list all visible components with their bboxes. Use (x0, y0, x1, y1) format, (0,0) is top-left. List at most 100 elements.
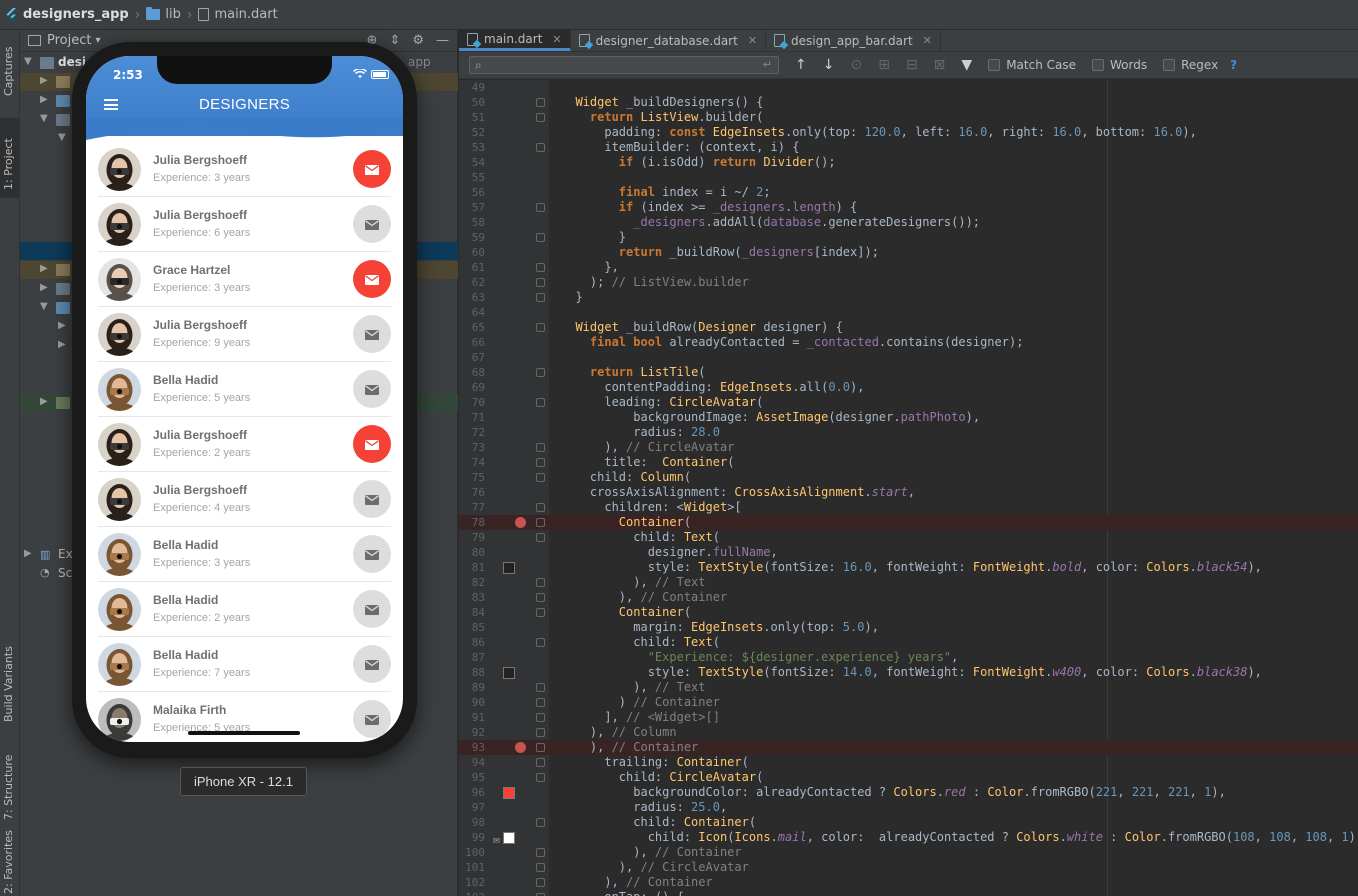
fold-icon[interactable] (536, 758, 545, 767)
designer-list-item[interactable]: Bella Hadid Experience: 2 years (98, 582, 391, 637)
fold-icon[interactable] (536, 773, 545, 782)
contact-mail-button[interactable] (353, 645, 391, 683)
code-line[interactable]: 64 (459, 305, 1358, 320)
code-line[interactable]: 89 ), // Text (459, 680, 1358, 695)
code-line[interactable]: 94 trailing: Container( (459, 755, 1358, 770)
code-line[interactable]: 49 (459, 80, 1358, 95)
breadcrumb-folder[interactable]: lib (146, 7, 181, 22)
code-line[interactable]: 96 backgroundColor: alreadyContacted ? C… (459, 785, 1358, 800)
color-swatch-icon[interactable] (503, 832, 515, 844)
code-line[interactable]: 63 } (459, 290, 1358, 305)
home-indicator[interactable] (188, 731, 300, 735)
contact-mail-button[interactable] (353, 370, 391, 408)
designer-list-item[interactable]: Bella Hadid Experience: 5 years (98, 362, 391, 417)
code-line[interactable]: 83 ), // Container (459, 590, 1358, 605)
code-line[interactable]: 102 ), // Container (459, 875, 1358, 890)
code-line[interactable]: 61 }, (459, 260, 1358, 275)
fold-icon[interactable] (536, 878, 545, 887)
fold-icon[interactable] (536, 458, 545, 467)
color-swatch-icon[interactable] (503, 562, 515, 574)
select-all-occurrences-icon[interactable]: ⊠ (934, 57, 946, 73)
breadcrumb-project[interactable]: designers_app (6, 7, 129, 22)
fold-icon[interactable] (536, 728, 545, 737)
code-line[interactable]: 74 title: Container( (459, 455, 1358, 470)
tool-tab-structure[interactable]: 7: Structure (0, 744, 20, 822)
close-icon[interactable]: ✕ (748, 34, 757, 47)
code-line[interactable]: 59 } (459, 230, 1358, 245)
code-line[interactable]: 99 ✉ child: Icon(Icons.mail, color: alrea… (459, 830, 1358, 846)
fold-icon[interactable] (536, 98, 545, 107)
find-all-icon[interactable]: ⊙ (850, 57, 862, 73)
code-line[interactable]: 97 radius: 25.0, (459, 800, 1358, 815)
fold-icon[interactable] (536, 638, 545, 647)
code-line[interactable]: 66 final bool alreadyContacted = _contac… (459, 335, 1358, 350)
fold-icon[interactable] (536, 533, 545, 542)
code-line[interactable]: 84 Container( (459, 605, 1358, 620)
code-line[interactable]: 87 "Experience: ${designer.experience} y… (459, 650, 1358, 665)
code-line[interactable]: 55 (459, 170, 1358, 185)
code-line[interactable]: 71 backgroundImage: AssetImage(designer.… (459, 410, 1358, 425)
tab-design-app-bar[interactable]: design_app_bar.dart ✕ (766, 30, 941, 51)
fold-icon[interactable] (536, 578, 545, 587)
code-line[interactable]: 90 ) // Container (459, 695, 1358, 710)
code-line[interactable]: 72 radius: 28.0 (459, 425, 1358, 440)
code-line[interactable]: 57 if (index >= _designers.length) { (459, 200, 1358, 215)
add-selection-icon[interactable]: ⊞ (878, 57, 890, 73)
fold-icon[interactable] (536, 848, 545, 857)
code-line[interactable]: 51 return ListView.builder( (459, 110, 1358, 125)
code-line[interactable]: 77 children: <Widget>[ (459, 500, 1358, 515)
contact-mail-button[interactable] (353, 315, 391, 353)
close-icon[interactable]: ✕ (923, 34, 932, 47)
code-line[interactable]: 92 ), // Column (459, 725, 1358, 740)
fold-icon[interactable] (536, 473, 545, 482)
designer-list-item[interactable]: Bella Hadid Experience: 7 years (98, 637, 391, 692)
tool-tab-favorites[interactable]: 2: Favorites (0, 830, 20, 896)
contact-mail-button[interactable] (353, 205, 391, 243)
fold-icon[interactable] (536, 203, 545, 212)
help-icon[interactable]: ? (1230, 58, 1237, 72)
color-swatch-icon[interactable] (503, 787, 515, 799)
close-icon[interactable]: ✕ (552, 33, 561, 46)
code-line[interactable]: 98 child: Container( (459, 815, 1358, 830)
code-line[interactable]: 91 ], // <Widget>[] (459, 710, 1358, 725)
project-panel-title[interactable]: Project (47, 33, 91, 48)
code-line[interactable]: 88 style: TextStyle(fontSize: 14.0, font… (459, 665, 1358, 680)
code-line[interactable]: 65 Widget _buildRow(Designer designer) { (459, 320, 1358, 335)
breadcrumb-file[interactable]: main.dart (198, 7, 278, 22)
code-line[interactable]: 56 final index = i ~/ 2; (459, 185, 1358, 200)
breakpoint-icon[interactable] (515, 742, 526, 753)
contact-mail-button[interactable] (353, 535, 391, 573)
fold-icon[interactable] (536, 698, 545, 707)
fold-icon[interactable] (536, 293, 545, 302)
designer-list-item[interactable]: Julia Bergshoeff Experience: 3 years (98, 142, 391, 197)
contact-mail-button[interactable] (353, 700, 391, 738)
code-line[interactable]: 85 margin: EdgeInsets.only(top: 5.0), (459, 620, 1358, 635)
code-line[interactable]: 67 (459, 350, 1358, 365)
code-line[interactable]: 70 leading: CircleAvatar( (459, 395, 1358, 410)
fold-icon[interactable] (536, 323, 545, 332)
code-line[interactable]: 101 ), // CircleAvatar (459, 860, 1358, 875)
designer-list-item[interactable]: Julia Bergshoeff Experience: 4 years (98, 472, 391, 527)
designer-list-item[interactable]: Julia Bergshoeff Experience: 9 years (98, 307, 391, 362)
designer-list-item[interactable]: Julia Bergshoeff Experience: 6 years (98, 197, 391, 252)
collapse-icon[interactable]: ⇕ (389, 33, 400, 48)
code-line[interactable]: 93 ), // Container (459, 740, 1358, 755)
match-case-checkbox[interactable]: Match Case (988, 58, 1076, 72)
simulator-screen[interactable]: 2:53 DESIGNERS Julia Bergshoeff Experienc… (86, 56, 403, 742)
code-line[interactable]: 68 return ListTile( (459, 365, 1358, 380)
search-input[interactable]: ⌕ ↵ (469, 56, 779, 74)
code-line[interactable]: 53 itemBuilder: (context, i) { (459, 140, 1358, 155)
fold-icon[interactable] (536, 233, 545, 242)
fold-icon[interactable] (536, 398, 545, 407)
tool-tab-project[interactable]: 1: Project (0, 118, 20, 198)
fold-icon[interactable] (536, 608, 545, 617)
gear-icon[interactable]: ⚙ (412, 33, 424, 48)
minimize-icon[interactable]: — (436, 33, 449, 48)
fold-icon[interactable] (536, 368, 545, 377)
code-line[interactable]: 69 contentPadding: EdgeInsets.all(0.0), (459, 380, 1358, 395)
contact-mail-button[interactable] (353, 425, 391, 463)
contact-mail-button[interactable] (353, 150, 391, 188)
code-line[interactable]: 73 ), // CircleAvatar (459, 440, 1358, 455)
code-line[interactable]: 76 crossAxisAlignment: CrossAxisAlignmen… (459, 485, 1358, 500)
code-line[interactable]: 54 if (i.isOdd) return Divider(); (459, 155, 1358, 170)
